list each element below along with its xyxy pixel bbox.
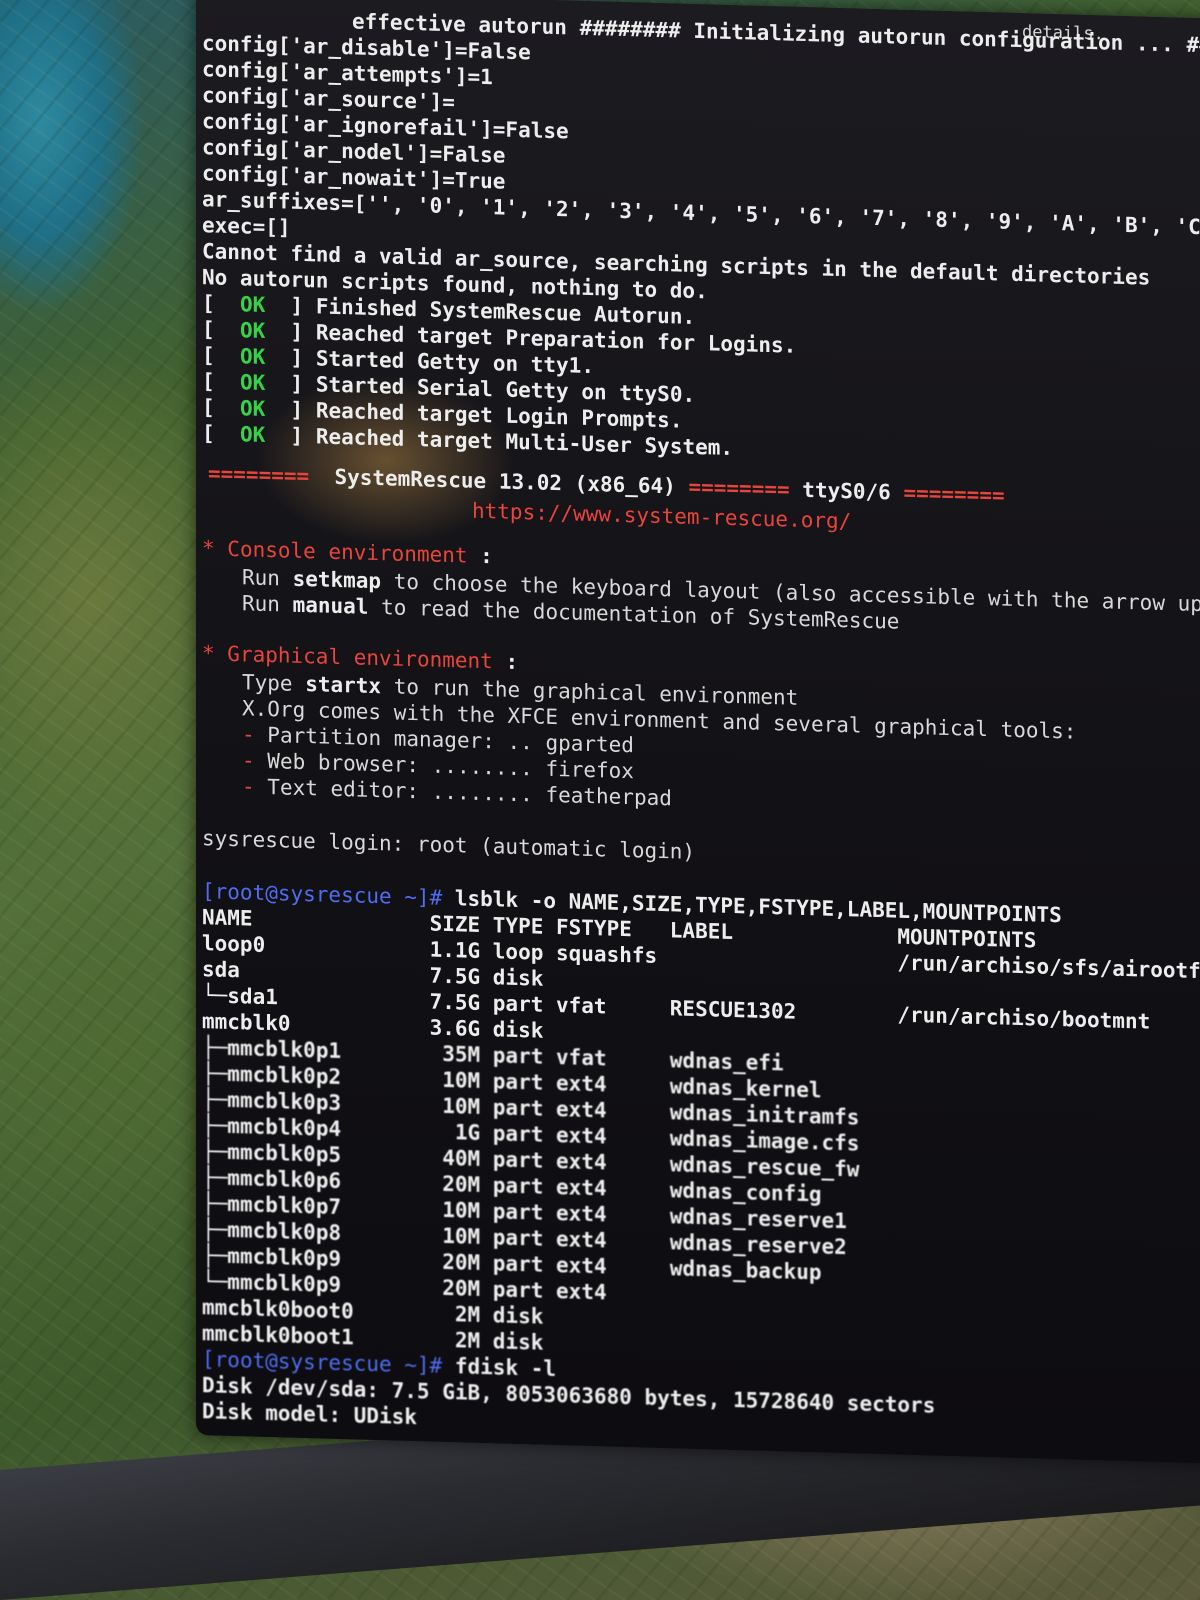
banner-bar-right: ======== [903,480,1005,508]
fdisk-command: fdisk -l [454,1354,557,1382]
boot-line: exec=[] [202,213,291,240]
boot-line: ar_suffixes=['', '0', '1', '2', '3', '4'… [202,187,1200,242]
startx-cmd: startx [305,672,382,699]
login-line: sysrescue login: root (automatic login) [202,826,696,864]
setkmap-cmd: setkmap [292,566,382,594]
fdisk-line: Disk model: UDisk [202,1399,417,1430]
status-ok: OK [239,318,266,343]
status-ok: OK [239,422,266,447]
manual-cmd: manual [292,592,369,619]
banner-tty: ttyS0/6 [802,477,891,505]
banner-url[interactable]: https://www.system-rescue.org/ [472,498,851,535]
status-ok: OK [239,396,266,421]
banner-bar-left: ======== [208,461,310,489]
banner-bar-mid: ======== [688,474,790,502]
status-ok: OK [239,292,266,317]
status-ok: OK [239,344,266,369]
status-ok: OK [239,370,266,395]
terminal-window[interactable]: details. effective autorun ######## Init… [196,0,1200,1465]
banner-title: SystemRescue 13.02 (x86_64) [334,464,676,499]
